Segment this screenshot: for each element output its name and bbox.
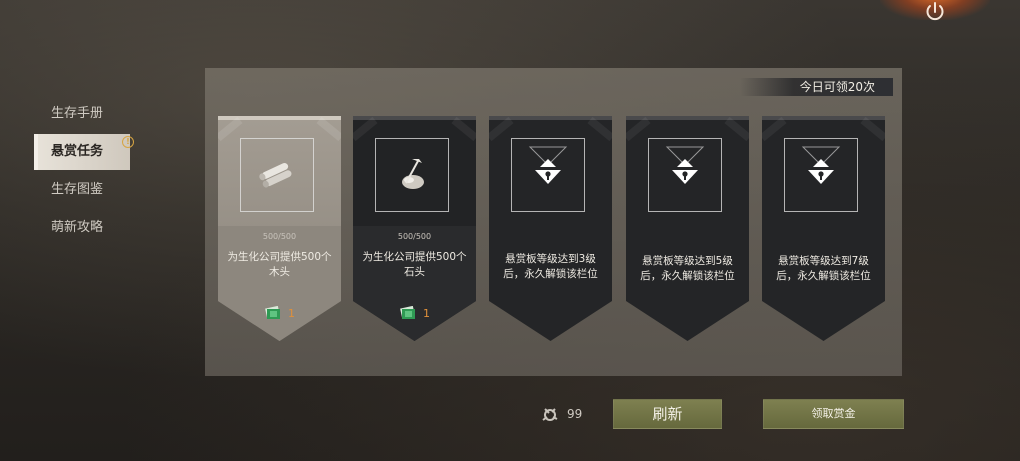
wood-logs-icon bbox=[259, 162, 292, 188]
lock-frame bbox=[511, 138, 585, 212]
sidebar: 生存手册 悬赏任务 ! 生存图鉴 萌新攻略 bbox=[34, 96, 184, 248]
lock-icon bbox=[528, 146, 568, 184]
reward-count: 1 bbox=[423, 306, 430, 320]
power-button[interactable] bbox=[922, 0, 948, 24]
refresh-button[interactable]: 刷新 bbox=[613, 399, 722, 429]
daily-limit-label: 今日可领20次 bbox=[739, 78, 893, 96]
bounty-card[interactable]: 500/500 为生化公司提供500个木头 1 bbox=[218, 116, 341, 341]
cash-reward-icon bbox=[400, 306, 415, 319]
reward: 1 bbox=[264, 306, 295, 320]
sidebar-item-survival-manual[interactable]: 生存手册 bbox=[34, 96, 130, 132]
task-description: 为生化公司提供500个木头 bbox=[227, 251, 332, 278]
sidebar-item-label: 萌新攻略 bbox=[51, 220, 104, 235]
stone-pickaxe-icon bbox=[402, 159, 424, 189]
locked-card: 悬赏板等级达到5级后，永久解锁该栏位 bbox=[626, 116, 749, 341]
power-icon bbox=[926, 2, 944, 21]
reward-count: 1 bbox=[288, 306, 295, 320]
lock-frame bbox=[648, 138, 722, 212]
sidebar-item-bounty-tasks[interactable]: 悬赏任务 ! bbox=[34, 134, 134, 170]
unlock-description: 悬赏板等级达到5级后，永久解锁该栏位 bbox=[640, 255, 735, 282]
sidebar-item-label: 悬赏任务 bbox=[51, 144, 104, 159]
unlock-description: 悬赏板等级达到3级后，永久解锁该栏位 bbox=[503, 253, 598, 280]
bounty-card[interactable]: 500/500 为生化公司提供500个石头 1 bbox=[353, 116, 476, 341]
cash-reward-icon bbox=[265, 306, 280, 319]
reward: 1 bbox=[399, 306, 430, 320]
lock-icon bbox=[665, 146, 705, 184]
progress-text: 500/500 bbox=[262, 232, 297, 241]
sidebar-item-newbie-guide[interactable]: 萌新攻略 bbox=[34, 210, 130, 246]
item-frame bbox=[240, 138, 314, 212]
fuel-count: 99 bbox=[567, 407, 583, 421]
sidebar-item-survival-codex[interactable]: 生存图鉴 bbox=[34, 172, 130, 208]
bounty-panel: 今日可领20次 500/500 为生化公司提供500个木头 1 500/500 … bbox=[205, 68, 902, 376]
claim-bounty-button[interactable]: 领取赏金 bbox=[763, 399, 904, 429]
locked-card: 悬赏板等级达到3级后，永久解锁该栏位 bbox=[489, 116, 612, 341]
locked-card: 悬赏板等级达到7级后，永久解锁该栏位 bbox=[762, 116, 885, 341]
alert-badge: ! bbox=[122, 136, 134, 148]
sidebar-item-label: 生存图鉴 bbox=[51, 182, 104, 197]
fuel-counter: 99 bbox=[541, 405, 582, 423]
sidebar-item-label: 生存手册 bbox=[51, 106, 104, 121]
task-description: 为生化公司提供500个石头 bbox=[362, 251, 467, 278]
lock-icon bbox=[801, 146, 841, 184]
lock-frame bbox=[784, 138, 858, 212]
item-frame bbox=[375, 138, 449, 212]
fuel-icon bbox=[542, 408, 558, 421]
unlock-description: 悬赏板等级达到7级后，永久解锁该栏位 bbox=[776, 255, 871, 282]
progress-text: 500/500 bbox=[397, 232, 432, 241]
